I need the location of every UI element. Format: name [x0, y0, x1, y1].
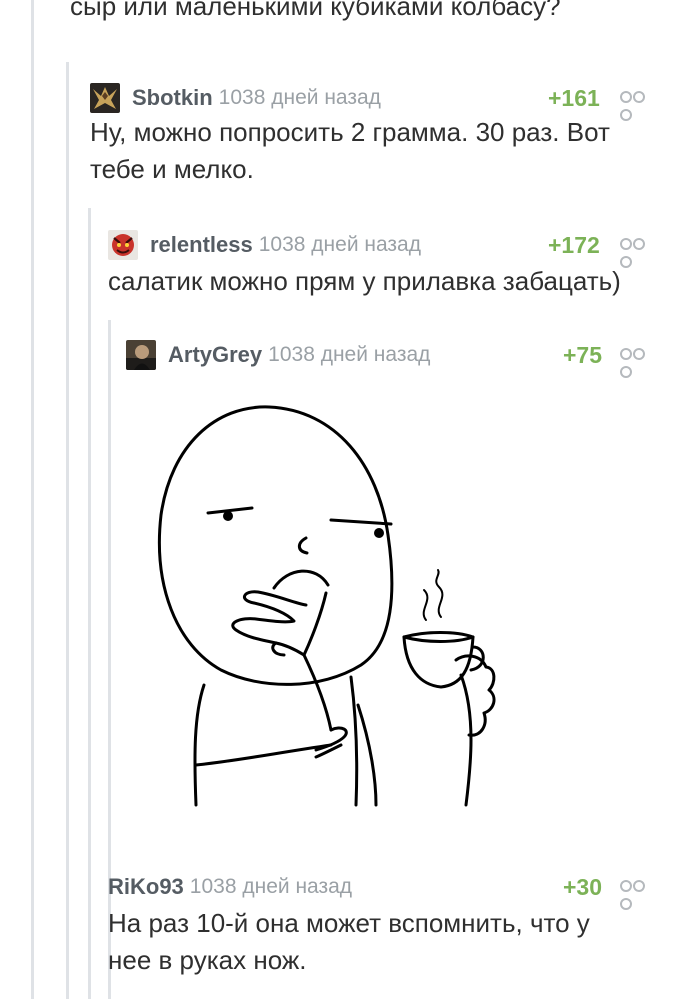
comment-text-line: На раз 10-й она может вспомнить, что у: [108, 908, 590, 938]
comment-time: 1038 дней назад: [268, 343, 431, 366]
author-name[interactable]: Sbotkin: [132, 85, 213, 111]
comment-text-line: тебе и мелко.: [90, 154, 254, 184]
avatar[interactable]: [90, 83, 120, 113]
comment-text: салатик можно прям у прилавка забацать): [108, 263, 668, 300]
comment-artygrey: ArtyGrey 1038 дней назад +75: [126, 340, 660, 820]
more-options-icon[interactable]: [620, 880, 658, 910]
comment-rating: +30: [563, 874, 603, 900]
avatar[interactable]: [108, 230, 138, 260]
more-options-icon[interactable]: [620, 91, 658, 121]
author-name[interactable]: ArtyGrey: [168, 342, 262, 368]
more-options-icon[interactable]: [620, 238, 658, 268]
more-options-icon[interactable]: [620, 348, 658, 378]
comment-rating: +172: [548, 232, 600, 258]
comment-sbotkin: Sbotkin 1038 дней назад +161 Ну, можно п…: [90, 83, 660, 193]
comment-header: RiKo93 1038 дней назад: [108, 872, 352, 902]
comment-text-line: нее в руках нож.: [108, 945, 307, 975]
thread-line-level-1[interactable]: [31, 0, 34, 999]
author-name[interactable]: relentless: [150, 232, 253, 258]
thread-line-level-3[interactable]: [88, 208, 91, 999]
comment-rating: +161: [548, 85, 600, 111]
comment-time: 1038 дней назад: [189, 875, 353, 898]
previous-comment-text: сыр или маленькими кубиками колбасу?: [70, 0, 561, 21]
thread-line-level-2[interactable]: [66, 62, 69, 999]
comment-rating: +75: [563, 342, 603, 368]
comment-header: Sbotkin 1038 дней назад: [90, 83, 381, 113]
comment-text: На раз 10-й она может вспомнить, что у н…: [108, 905, 668, 979]
thinking-meme-image[interactable]: [126, 385, 536, 815]
comment-riko93: RiKo93 1038 дней назад +30 На раз 10-й о…: [108, 872, 660, 992]
comment-header: ArtyGrey 1038 дней назад: [126, 340, 430, 370]
comment-text-line: салатик можно прям у прилавка забацать): [108, 266, 621, 296]
comment-text-line: Ну, можно попросить 2 грамма. 30 раз. Во…: [90, 117, 610, 147]
author-name[interactable]: RiKo93: [108, 874, 184, 900]
avatar[interactable]: [126, 340, 156, 370]
comment-header: relentless 1038 дней назад: [108, 230, 421, 260]
comment-time: 1038 дней назад: [218, 86, 381, 109]
comment-text: Ну, можно попросить 2 грамма. 30 раз. Во…: [90, 114, 660, 188]
comment-time: 1038 дней назад: [258, 233, 421, 256]
comment-relentless: relentless 1038 дней назад +172 салатик …: [108, 230, 660, 300]
